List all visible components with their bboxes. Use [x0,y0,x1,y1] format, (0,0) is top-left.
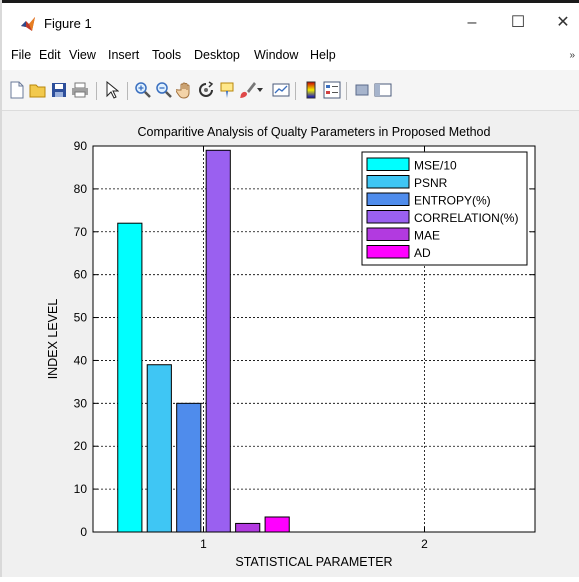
figure-window: Figure 1 – ☐ ✕ File Edit View Insert Too… [0,0,579,577]
legend-label: MAE [414,229,440,243]
menu-bar: File Edit View Insert Tools Desktop Wind… [2,40,579,70]
close-button[interactable]: ✕ [548,12,578,34]
menu-edit[interactable]: Edit [39,48,61,62]
legend-swatch [366,210,410,224]
brush-dropdown-icon[interactable] [256,80,264,100]
figure-canvas: 0 10 20 30 40 50 60 70 80 90 1 2 Comparitive Analys… [5,112,573,577]
bar-ad-cat-1 [264,516,290,533]
legend-label: AD [414,246,431,260]
toolbar-separator [346,82,347,100]
legend-swatch [366,175,410,189]
y-tick-label: 30 [74,396,88,410]
y-axis-label: INDEX LEVEL [46,299,60,380]
y-tick-label: 0 [80,525,87,539]
menu-view[interactable]: View [69,48,96,62]
maximize-button[interactable]: ☐ [503,12,533,34]
bar-mae-cat-1 [235,522,261,533]
chart-title: Comparitive Analysis of Qualty Parameter… [138,125,491,139]
menu-desktop[interactable]: Desktop [194,48,240,62]
legend-swatch [366,245,410,259]
title-bar[interactable]: Figure 1 – ☐ ✕ [2,0,579,43]
legend[interactable]: MSE/10 PSNR ENTROPY(%) CORRELATION(%) MAE AD [361,151,528,266]
bar-correlation--cat-1 [205,149,231,533]
zoom-out-icon[interactable] [154,80,174,100]
matlab-logo-icon [20,16,36,32]
toolbar-separator [96,82,97,100]
legend-swatch [366,192,410,206]
figure-toolbar [2,70,579,111]
window-title: Figure 1 [44,16,92,31]
hide-plot-tools-icon[interactable] [352,80,372,100]
menu-window[interactable]: Window [254,48,298,62]
show-plot-tools-icon[interactable] [373,80,393,100]
rotate-3d-icon[interactable] [196,80,216,100]
menu-insert[interactable]: Insert [108,48,139,62]
insert-legend-icon[interactable] [322,80,342,100]
legend-label: CORRELATION(%) [414,211,518,225]
bar-entropy--cat-1 [176,402,202,533]
legend-swatch [366,157,410,171]
brush-icon[interactable] [238,80,258,100]
menu-help[interactable]: Help [310,48,336,62]
print-icon[interactable] [70,80,90,100]
x-tick-label: 2 [421,537,428,551]
bar-mse-10-cat-1 [117,222,143,533]
y-tick-label: 60 [74,268,88,282]
toolbar-separator [127,82,128,100]
x-axis-label: STATISTICAL PARAMETER [235,555,392,569]
link-plot-icon[interactable] [271,80,291,100]
insert-colorbar-icon[interactable] [301,80,321,100]
new-figure-icon[interactable] [7,80,27,100]
legend-swatch [366,227,410,241]
y-tick-label: 70 [74,225,88,239]
y-tick-label: 40 [74,353,88,367]
legend-label: MSE/10 [414,159,457,173]
minimize-button[interactable]: – [457,12,487,34]
bar-chart[interactable]: 0 10 20 30 40 50 60 70 80 90 1 2 Comparitive Analys… [5,112,573,577]
pan-hand-icon[interactable] [175,80,195,100]
y-tick-label: 90 [74,139,88,153]
x-tick-label: 1 [200,537,207,551]
y-tick-label: 10 [74,482,88,496]
zoom-in-icon[interactable] [133,80,153,100]
y-tick-label: 80 [74,182,88,196]
legend-label: PSNR [414,176,448,190]
save-icon[interactable] [49,80,69,100]
menu-tools[interactable]: Tools [152,48,181,62]
open-file-icon[interactable] [28,80,48,100]
y-tick-label: 50 [74,311,88,325]
y-tick-label: 20 [74,439,88,453]
legend-label: ENTROPY(%) [414,194,491,208]
toolbar-separator [295,82,296,100]
menu-overflow-icon[interactable]: » [569,50,575,61]
data-cursor-icon[interactable] [217,80,237,100]
menu-file[interactable]: File [11,48,31,62]
bar-psnr-cat-1 [146,364,172,533]
edit-plot-arrow-icon[interactable] [102,80,122,100]
